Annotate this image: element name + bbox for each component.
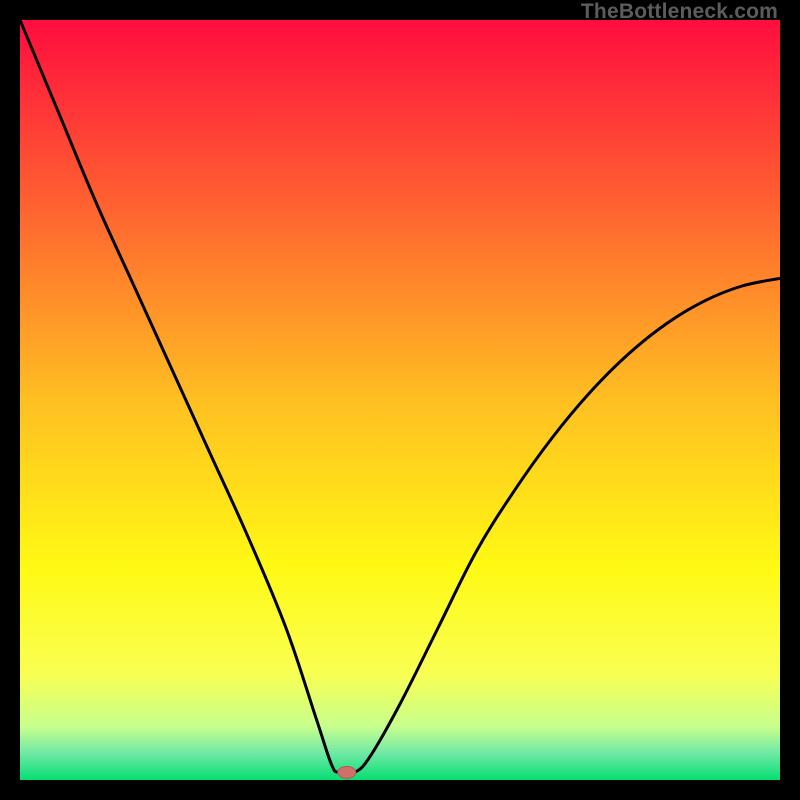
bottleneck-chart (20, 20, 780, 780)
chart-background-gradient (20, 20, 780, 780)
optimum-marker (338, 766, 356, 778)
chart-frame (20, 20, 780, 780)
